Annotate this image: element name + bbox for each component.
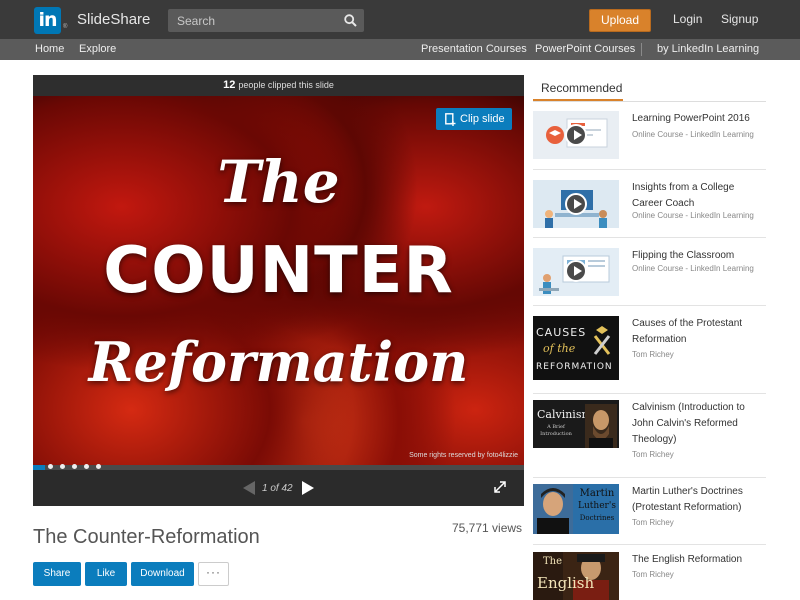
portrait-image — [585, 404, 617, 448]
nav-home-link[interactable]: Home — [35, 43, 64, 55]
recommended-item[interactable]: Flipping the Classroom Online Course - L… — [533, 248, 766, 308]
tab-recommended[interactable]: Recommended — [533, 75, 623, 101]
clip-slide-label: Clip slide — [460, 113, 505, 125]
thumbnail-text: Martin — [579, 488, 615, 499]
clip-count-bar: 12 people clipped this slide — [33, 75, 524, 96]
nav-linkedin-learning-link[interactable]: by LinkedIn Learning — [657, 43, 759, 55]
slide-dot[interactable] — [72, 464, 77, 469]
nav-explore-link[interactable]: Explore — [79, 43, 116, 55]
recommended-item-subtitle: Tom Richey — [632, 518, 674, 527]
secondary-navigation: Home Explore Presentation Courses PowerP… — [0, 39, 800, 60]
search-icon[interactable] — [344, 14, 357, 27]
thumbnail-text: CAUSES — [536, 326, 587, 339]
recommended-item[interactable]: The English The English Reformation Tom … — [533, 552, 766, 600]
thumbnail-text: REFORMATION — [536, 362, 613, 372]
thumbnail-text: The — [543, 556, 563, 567]
divider — [533, 544, 766, 545]
play-icon — [565, 124, 587, 146]
recommended-item-title: Learning PowerPoint 2016 — [632, 113, 750, 124]
thumbnail-text: Calvinism — [537, 408, 592, 421]
play-icon — [565, 260, 587, 282]
divider — [533, 477, 766, 478]
recommended-item[interactable]: Learning PowerPoint 2016 Online Course -… — [533, 111, 766, 171]
slide-image[interactable]: The COUNTER Reformation Some rights rese… — [33, 96, 524, 465]
login-link[interactable]: Login — [673, 12, 702, 26]
nav-powerpoint-courses-link[interactable]: PowerPoint Courses — [535, 43, 635, 55]
portrait-image — [533, 484, 573, 534]
recommended-item-title: Insights from a College Career Coach — [632, 182, 735, 209]
play-icon — [565, 193, 587, 215]
recommended-item-title: Calvinism (Introduction to John Calvin's… — [632, 402, 745, 445]
page-indicator: 1 of 42 — [262, 483, 293, 494]
previous-slide-icon[interactable] — [242, 480, 256, 496]
recommended-item-title: Flipping the Classroom — [632, 250, 735, 261]
nav-presentation-courses-link[interactable]: Presentation Courses — [421, 43, 527, 55]
slideshow-thumbnail: The English — [533, 552, 619, 600]
course-thumbnail — [533, 180, 619, 228]
slide-dot[interactable] — [84, 464, 89, 469]
top-navigation-bar: in ® SlideShare Upload Login Signup — [0, 0, 800, 39]
player-controls: 1 of 42 — [33, 470, 524, 506]
clip-count-text: people clipped this slide — [238, 80, 334, 90]
recommended-item-subtitle: Online Course - LinkedIn Learning — [632, 211, 754, 220]
clip-count: 12 — [223, 79, 236, 91]
divider — [533, 393, 766, 394]
clip-slide-button[interactable]: Clip slide — [436, 108, 512, 130]
document-title: The Counter-Reformation — [33, 526, 260, 548]
signup-link[interactable]: Signup — [721, 12, 758, 26]
divider — [533, 101, 766, 102]
recommended-item-title: The English Reformation — [632, 554, 743, 565]
nav-divider — [641, 43, 642, 56]
thumbnail-text: of the — [543, 342, 576, 355]
recommended-item-subtitle: Online Course - LinkedIn Learning — [632, 130, 754, 139]
fullscreen-icon[interactable] — [494, 481, 506, 493]
clip-icon — [445, 113, 456, 126]
recommended-item-title: Martin Luther's Doctrines (Protestant Re… — [632, 486, 743, 513]
recommended-item[interactable]: Martin Luther's Doctrines Martin Luther'… — [533, 484, 766, 548]
slide-dot[interactable] — [48, 464, 53, 469]
recommended-item-title: Causes of the Protestant Reformation — [632, 318, 743, 345]
search-box — [168, 9, 364, 32]
registered-mark: ® — [63, 24, 68, 30]
keys-emblem-icon — [593, 326, 611, 355]
slide-dot[interactable] — [60, 464, 65, 469]
download-button[interactable]: Download — [131, 562, 194, 586]
recommended-item-subtitle: Online Course - LinkedIn Learning — [632, 264, 754, 273]
share-button[interactable]: Share — [33, 562, 81, 586]
slideshow-thumbnail: Martin Luther's Doctrines — [533, 484, 619, 534]
divider — [533, 169, 766, 170]
recommended-item[interactable]: Calvinism A Brief Introduction Calvinism… — [533, 400, 766, 480]
view-count: 75,771 views — [452, 521, 523, 535]
divider — [533, 237, 766, 238]
course-thumbnail — [533, 111, 619, 159]
slideshow-thumbnail: Calvinism A Brief Introduction — [533, 400, 619, 448]
recommended-item-subtitle: Tom Richey — [632, 450, 674, 459]
brand-name[interactable]: SlideShare — [77, 11, 150, 28]
slide-title-line-1: The — [217, 148, 340, 216]
thumbnail-text: Doctrines — [579, 514, 615, 522]
slideshow-thumbnail: CAUSES of the REFORMATION — [533, 316, 619, 380]
more-options-button[interactable]: ··· — [198, 562, 229, 586]
course-thumbnail — [533, 248, 619, 296]
slide-credit: Some rights reserved by foto4lizzie — [409, 452, 518, 459]
slide-title-line-3: Reformation — [88, 330, 469, 394]
next-slide-icon[interactable] — [301, 480, 315, 496]
thumbnail-text: Luther's — [578, 501, 616, 511]
recommended-item-subtitle: Tom Richey — [632, 350, 674, 359]
thumbnail-text: A Brief Introduction — [540, 424, 572, 437]
recommended-item[interactable]: CAUSES of the REFORMATION Causes of the … — [533, 316, 766, 396]
search-input[interactable] — [168, 9, 338, 32]
thumbnail-text: English — [537, 574, 595, 592]
recommended-item[interactable]: Insights from a College Career Coach Onl… — [533, 180, 766, 240]
recommended-item-subtitle: Tom Richey — [632, 570, 674, 579]
recommended-label: Recommended — [541, 81, 623, 95]
slide-title-line-2: COUNTER — [103, 234, 454, 308]
slide-player: 12 people clipped this slide The COUNTER … — [33, 75, 524, 506]
upload-button[interactable]: Upload — [589, 9, 651, 32]
slide-dot[interactable] — [96, 464, 101, 469]
like-button[interactable]: Like — [85, 562, 127, 586]
divider — [533, 305, 766, 306]
linkedin-logo-icon[interactable]: in — [34, 7, 61, 34]
